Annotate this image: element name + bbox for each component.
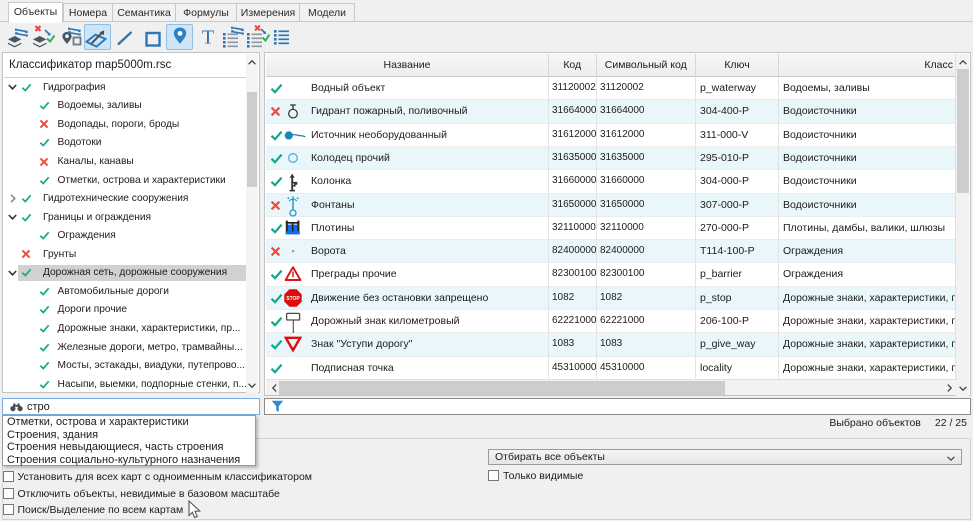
svg-text:STOP: STOP — [286, 296, 300, 302]
svg-text:T: T — [201, 27, 213, 49]
